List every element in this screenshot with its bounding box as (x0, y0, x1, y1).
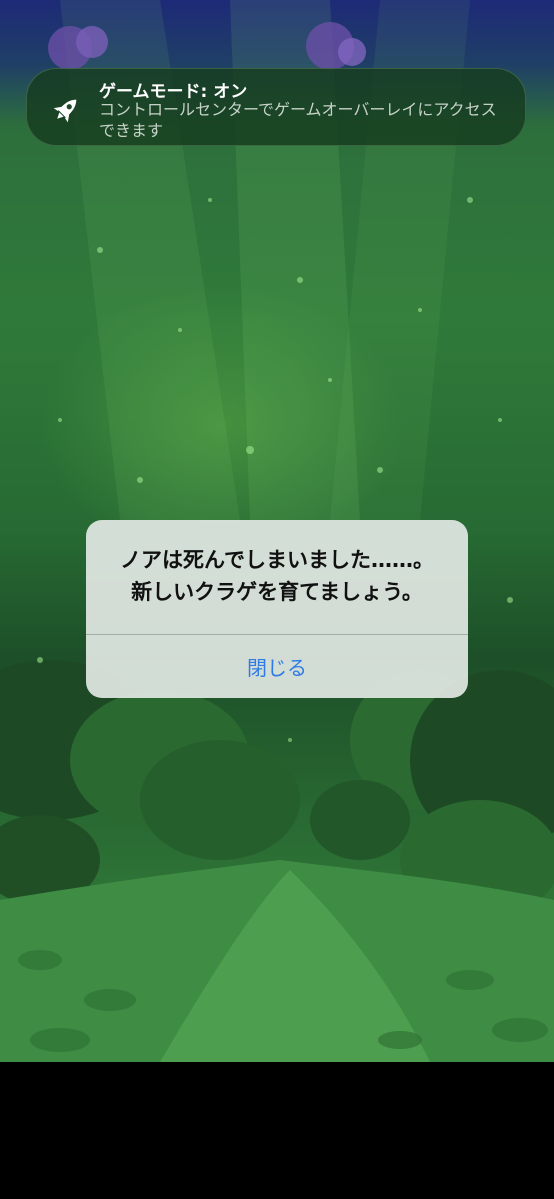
alert-message: ノアは死んでしまいました……。 新しいクラゲを育てましょう。 (120, 548, 434, 604)
close-button[interactable]: 閉じる (86, 635, 468, 698)
game-mode-notification[interactable]: ゲームモード: オン コントロールセンターでゲームオーバーレイにアクセスできます (26, 68, 526, 146)
alert-dialog: ノアは死んでしまいました……。 新しいクラゲを育てましょう。 閉じる (86, 520, 468, 698)
notification-message: コントロールセンターでゲームオーバーレイにアクセスできます (99, 100, 497, 140)
phone-screen: ゲームモード: オン コントロールセンターでゲームオーバーレイにアクセスできます… (0, 0, 554, 1199)
bottom-black-area (0, 1062, 554, 1199)
rocket-icon (45, 91, 85, 131)
